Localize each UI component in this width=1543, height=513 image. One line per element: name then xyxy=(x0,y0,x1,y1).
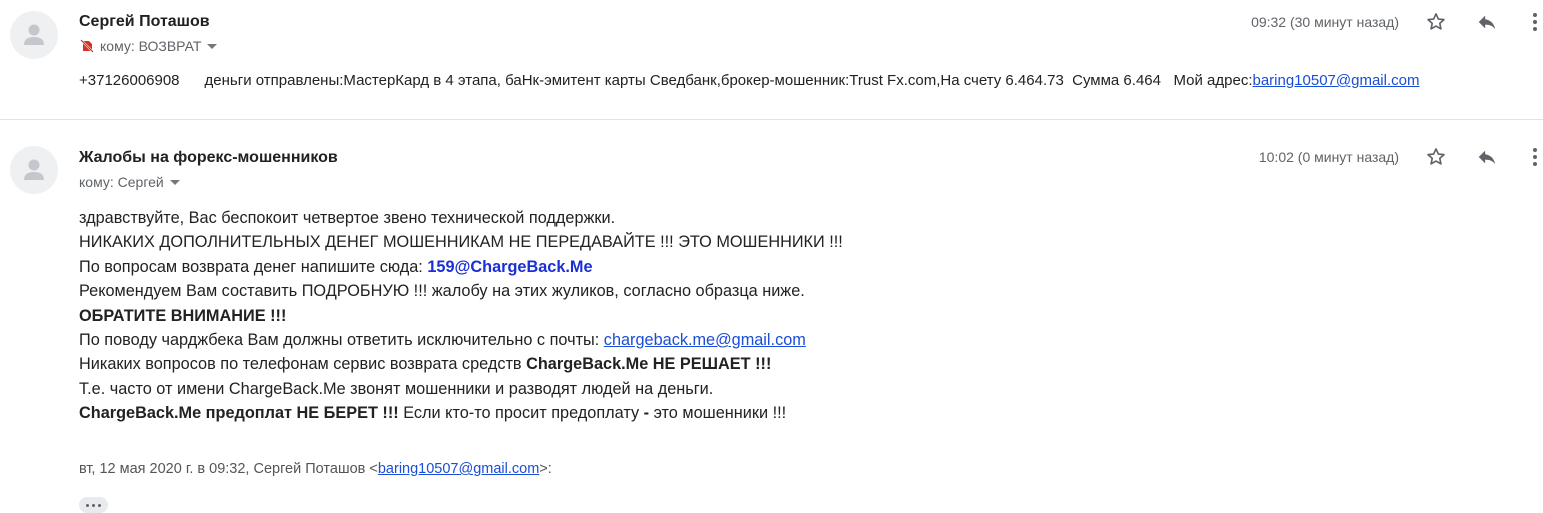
quoted-header: вт, 12 мая 2020 г. в 09:32, Сергей Поташ… xyxy=(79,461,552,477)
body-line: Т.е. часто от имени ChargeBack.Me звонят… xyxy=(79,379,714,398)
dot xyxy=(98,503,101,507)
quoted-suffix: >: xyxy=(539,461,552,477)
body-text: это мошенники !!! xyxy=(649,404,787,423)
body-line: Никаких вопросов по телефонам сервис воз… xyxy=(79,352,843,376)
body-line: ChargeBack.Me предоплат НЕ БЕРЕТ !!! Есл… xyxy=(79,401,843,425)
body-line: Рекомендуем Вам составить ПОДРОБНУЮ !!! … xyxy=(79,282,805,301)
quoted-email-link[interactable]: baring10507@gmail.com xyxy=(378,461,539,477)
muted-icon xyxy=(79,38,95,54)
reply-icon[interactable] xyxy=(1474,144,1500,170)
body-line: ОБРАТИТЕ ВНИМАНИЕ !!! xyxy=(79,306,287,325)
body-bold-text: ChargeBack.Me НЕ РЕШАЕТ !!! xyxy=(526,355,772,374)
reply-icon[interactable] xyxy=(1474,9,1500,35)
quoted-prefix: вт, 12 мая 2020 г. в 09:32, Сергей Поташ… xyxy=(79,461,378,477)
person-icon xyxy=(24,159,44,180)
snippet-address-label: Мой адрес: xyxy=(1173,72,1253,89)
more-icon[interactable] xyxy=(1522,9,1543,35)
body-line: НИКАКИХ ДОПОЛНИТЕЛЬНЫХ ДЕНЕГ МОШЕННИКАМ … xyxy=(79,233,843,252)
body-line: здравствуйте, Вас беспокоит четвертое зв… xyxy=(79,209,616,227)
star-icon[interactable] xyxy=(1423,9,1449,35)
recipient-line[interactable]: кому: Сергей xyxy=(79,174,180,190)
chevron-down-icon[interactable] xyxy=(207,43,218,49)
gmail-email-link[interactable]: chargeback.me@gmail.com xyxy=(604,331,806,349)
snippet-phone: +37126006908 xyxy=(79,72,180,89)
person-icon xyxy=(24,24,44,45)
star-icon[interactable] xyxy=(1423,144,1449,170)
more-icon[interactable] xyxy=(1522,144,1543,170)
body-text: Если кто-то просит предоплату xyxy=(398,404,644,423)
message-time: 09:32 (30 минут назад) xyxy=(1251,14,1399,30)
body-bold-text: ChargeBack.Me предоплат НЕ БЕРЕТ !!! xyxy=(79,404,399,423)
message-divider xyxy=(0,119,1543,120)
snippet-email-link[interactable]: baring10507@gmail.com xyxy=(1252,72,1419,89)
message-time: 10:02 (0 минут назад) xyxy=(1258,149,1399,165)
chevron-down-icon[interactable] xyxy=(169,179,180,185)
recipient-label: кому: Сергей xyxy=(79,174,164,190)
sender-name[interactable]: Сергей Поташов xyxy=(79,13,210,31)
show-trimmed-content-button[interactable] xyxy=(79,497,108,513)
body-line: По поводу чарджбека Вам должны ответить … xyxy=(79,328,843,352)
body-line: По вопросам возврата денег напишите сюда… xyxy=(79,255,843,279)
message-snippet[interactable]: +37126006908 деньги отправлены:МастерКар… xyxy=(79,72,1419,89)
dot xyxy=(92,503,95,507)
message-body: здравствуйте, Вас беспокоит четвертое зв… xyxy=(79,206,843,426)
chargeback-email-link[interactable]: 159@ChargeBack.Me xyxy=(427,258,592,276)
sender-avatar[interactable] xyxy=(10,146,58,194)
body-text: По поводу чарджбека Вам должны ответить … xyxy=(79,330,604,349)
recipient-label: кому: ВОЗВРАТ xyxy=(100,38,202,54)
body-text: По вопросам возврата денег напишите сюда… xyxy=(79,257,428,276)
sender-avatar[interactable] xyxy=(10,11,58,59)
snippet-text: деньги отправлены:МастерКард в 4 этапа, … xyxy=(204,72,1161,89)
recipient-line[interactable]: кому: ВОЗВРАТ xyxy=(79,38,218,54)
body-text: Никаких вопросов по телефонам сервис воз… xyxy=(79,355,527,374)
sender-name[interactable]: Жалобы на форекс-мошенников xyxy=(79,149,338,167)
dot xyxy=(86,503,89,507)
